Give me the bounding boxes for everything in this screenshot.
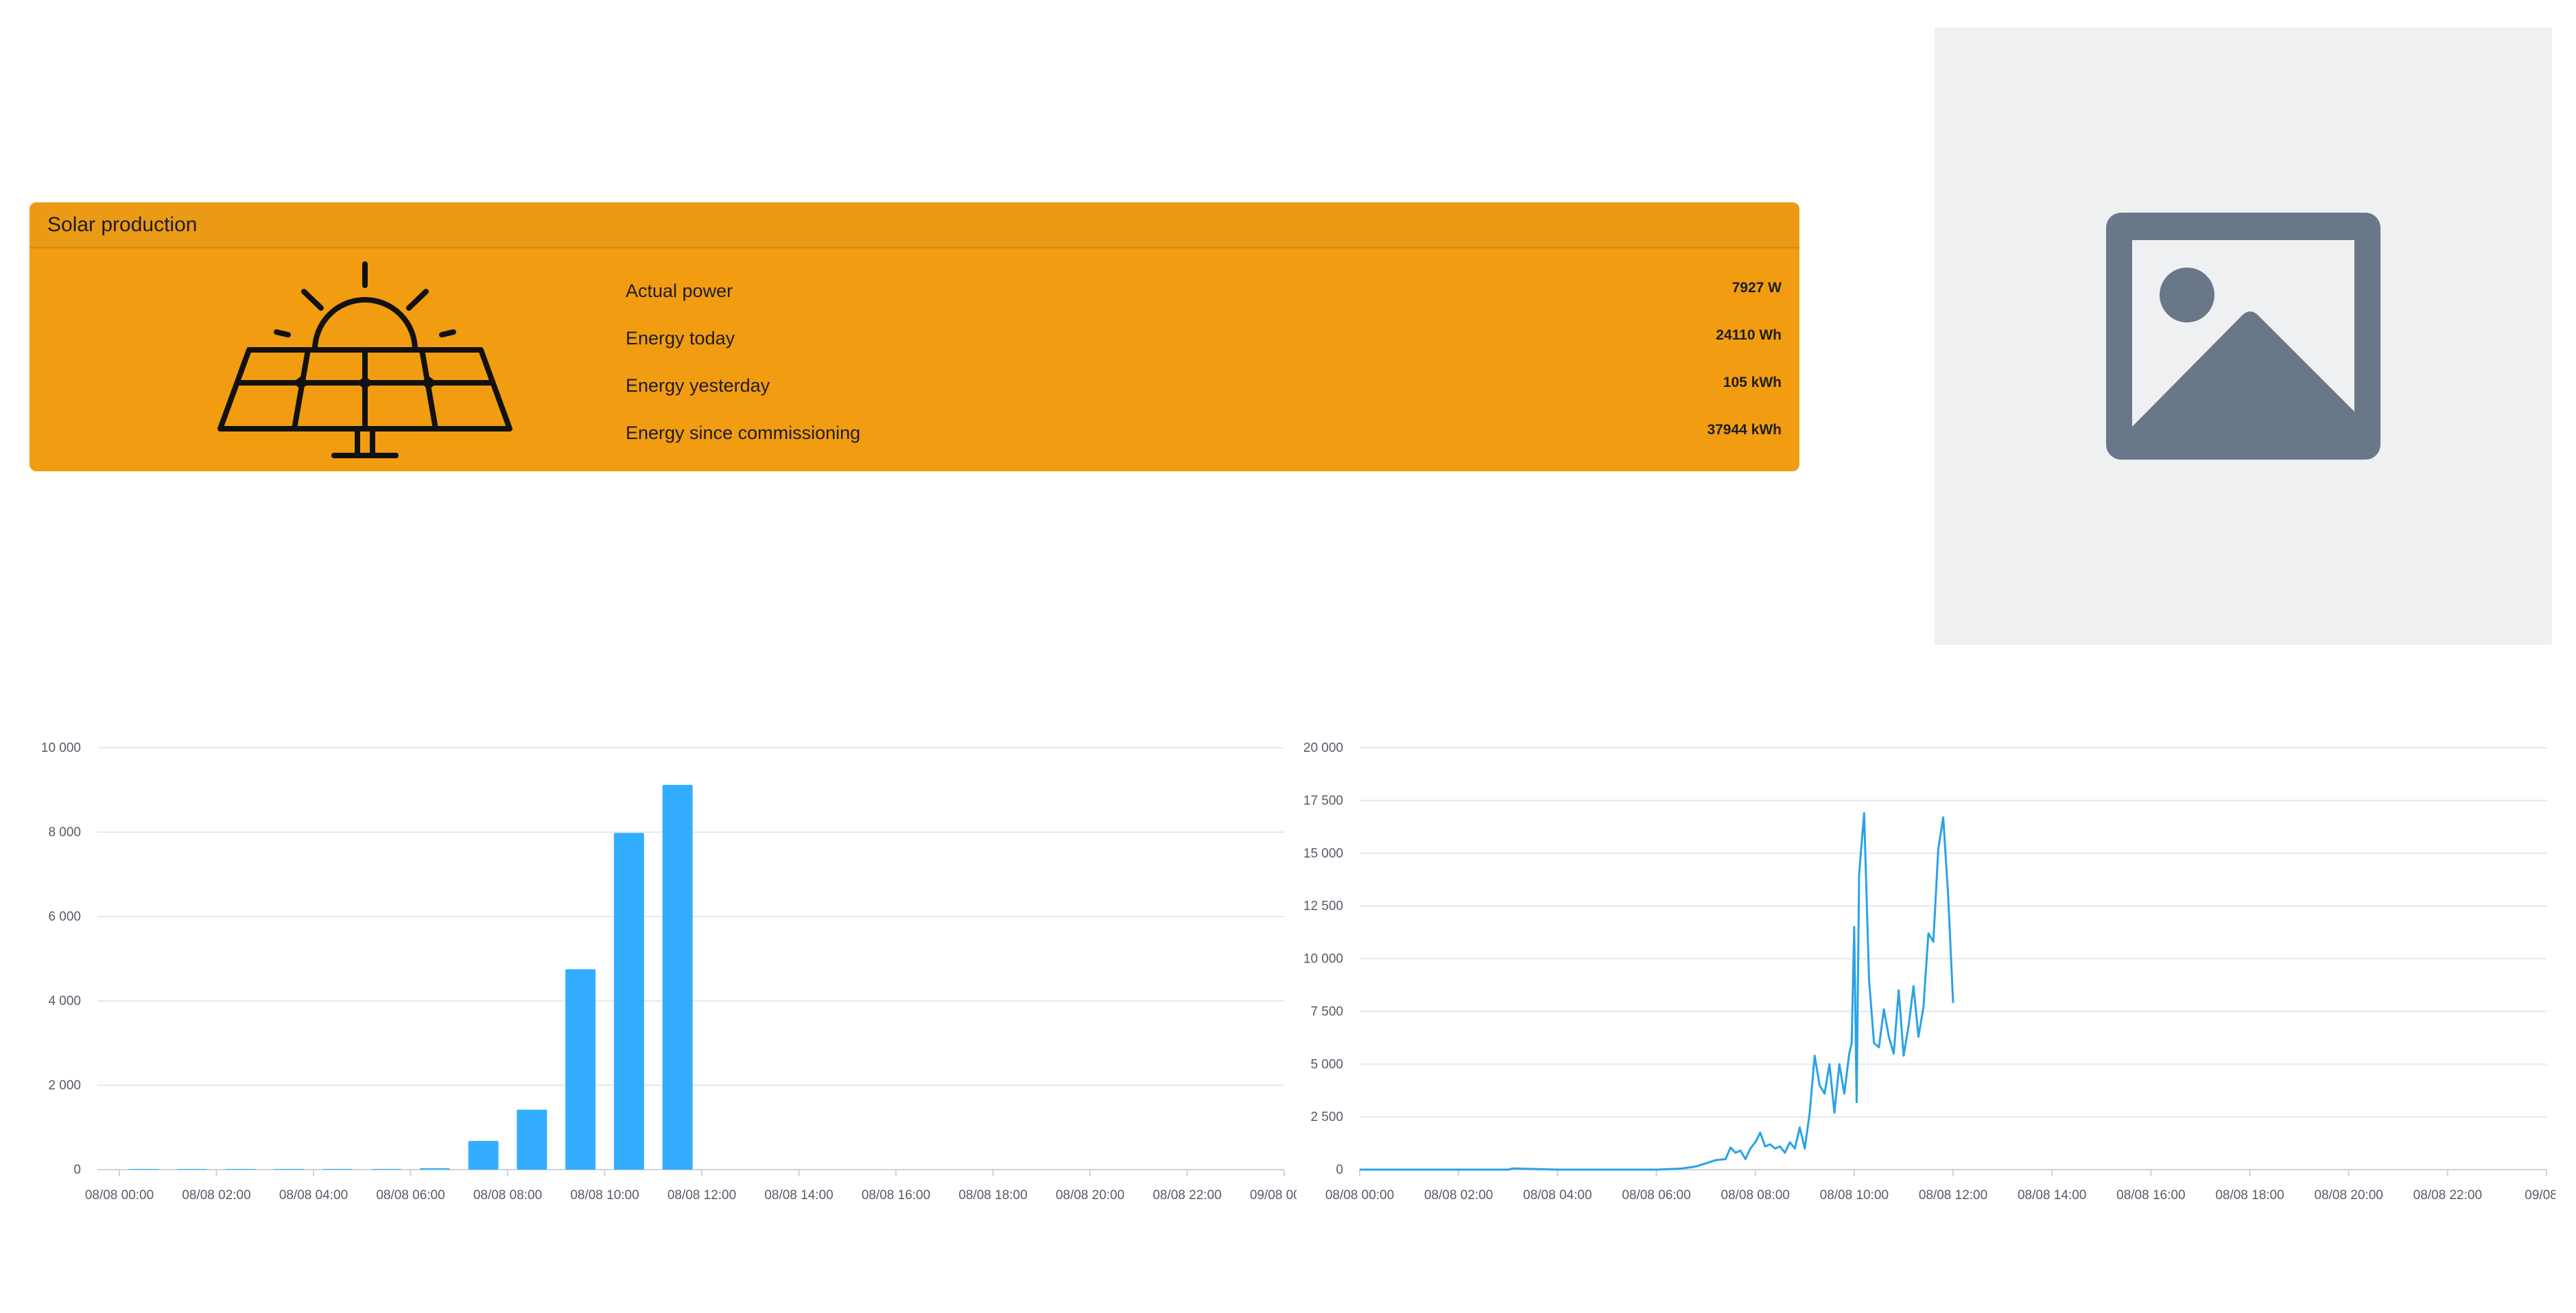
y-tick-label: 15 000 [1303, 847, 1343, 861]
x-tick-label: 08/08 10:00 [1820, 1188, 1889, 1203]
bar-08080100 [177, 1169, 208, 1170]
image-placeholder [1935, 27, 2552, 645]
x-tick-label: 08/08 22:00 [1153, 1188, 1221, 1203]
x-tick-label: 08/08 18:00 [2215, 1188, 2284, 1203]
metric-value-energy-today: 24110 Wh [1716, 327, 1782, 343]
x-tick-label: 08/08 20:00 [2314, 1188, 2383, 1203]
x-tick-label: 08/08 02:00 [1424, 1188, 1493, 1203]
bar-08080500 [371, 1169, 402, 1170]
power-line-chart: 0 2 500 5 000 7 500 10 000 12 500 15 000 17 500… [1290, 727, 2555, 1221]
y-tick-label: 20 000 [1303, 741, 1343, 755]
x-tick-label: 08/08 14:00 [2018, 1188, 2086, 1203]
x-tick-label: 08/08 08:00 [1721, 1188, 1789, 1203]
metric-value-actual-power: 7927 W [1732, 280, 1782, 296]
bar-08080200 [225, 1169, 256, 1170]
x-tick-label: 08/08 18:00 [958, 1188, 1027, 1203]
x-tick-label: 08/08 10:00 [570, 1188, 639, 1203]
y-tick-label: 6 000 [48, 910, 81, 924]
x-tick-label: 08/08 20:00 [1056, 1188, 1124, 1203]
y-tick-label: 4 000 [48, 994, 81, 1008]
x-tick-label: 08/08 22:00 [2413, 1188, 2482, 1203]
metric-value-energy-since-commissioning: 37944 kWh [1707, 422, 1782, 438]
x-tick-label: 08/08 16:00 [2116, 1188, 2185, 1203]
bar-08081100 [662, 785, 693, 1170]
y-tick-label: 0 [73, 1163, 81, 1177]
x-tick-label: 08/08 04:00 [279, 1188, 348, 1203]
line-chart-svg: 0 2 500 5 000 7 500 10 000 12 500 15 000 17 500… [1303, 741, 2555, 1203]
x-tick-label: 08/08 04:00 [1523, 1188, 1592, 1203]
metric-label-energy-today: Energy today [626, 328, 735, 348]
x-tick-label: 08/08 06:00 [1622, 1188, 1690, 1203]
metric-label-energy-since-commissioning: Energy since commissioning [626, 423, 861, 443]
x-tick-label: 08/08 08:00 [473, 1188, 542, 1203]
bar-08080400 [322, 1169, 353, 1170]
production-bar-chart: 0 2 000 4 000 6 000 8 000 10 000 08/08 00:00 08… [27, 727, 1297, 1221]
x-tick-label: 08/08 14:00 [764, 1188, 833, 1203]
x-tick-label: 08/08 12:00 [1919, 1188, 1987, 1203]
y-tick-label: 17 500 [1303, 794, 1343, 808]
y-tick-label: 2 500 [1310, 1110, 1343, 1124]
power-series-line [1360, 812, 1954, 1171]
metric-value-energy-yesterday: 105 kWh [1723, 375, 1782, 390]
y-tick-label: 10 000 [1303, 952, 1343, 967]
bar-08080000 [128, 1169, 159, 1170]
bar-08081000 [613, 833, 644, 1170]
x-tick-label: 08/08 00:00 [85, 1188, 154, 1203]
x-tick-label: 09/08... [2525, 1188, 2555, 1203]
x-tick-label: 08/08 02:00 [182, 1188, 250, 1203]
bar-08080300 [274, 1169, 305, 1170]
image-placeholder-icon [2106, 213, 2380, 460]
x-tick-label: 08/08 06:00 [376, 1188, 445, 1203]
y-tick-label: 0 [1336, 1163, 1343, 1177]
y-tick-label: 5 000 [1310, 1057, 1343, 1072]
y-tick-label: 2 000 [48, 1078, 81, 1093]
bar-08080700 [468, 1141, 499, 1170]
bar-08080800 [517, 1109, 547, 1170]
y-tick-label: 10 000 [41, 741, 81, 755]
card-title: Solar production [47, 213, 198, 236]
bar-chart-svg: 0 2 000 4 000 6 000 8 000 10 000 08/08 00:00 08… [41, 741, 1297, 1203]
metric-label-actual-power: Actual power [626, 281, 733, 301]
x-tick-label: 08/08 00:00 [1325, 1188, 1394, 1203]
x-tick-label: 08/08 16:00 [862, 1188, 930, 1203]
solar-panel-icon [217, 261, 512, 458]
y-tick-label: 8 000 [48, 825, 81, 840]
bar-08080900 [565, 969, 596, 1170]
x-tick-label: 08/08 12:00 [667, 1188, 736, 1203]
y-tick-label: 7 500 [1310, 1004, 1343, 1019]
bar-08080600 [419, 1168, 450, 1170]
card-header: Solar production [29, 202, 1799, 248]
metric-label-energy-yesterday: Energy yesterday [626, 375, 770, 396]
solar-production-card: Solar production Actual power 7927 W Ene… [29, 202, 1799, 471]
y-tick-label: 12 500 [1303, 899, 1343, 914]
